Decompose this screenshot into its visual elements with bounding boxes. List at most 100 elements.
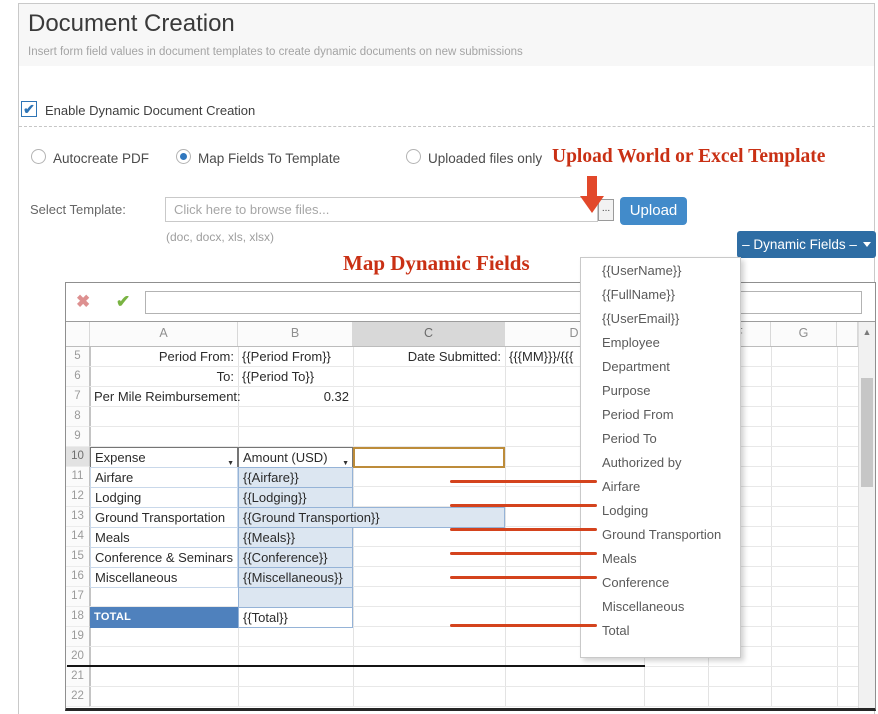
cell-C5[interactable]: Date Submitted: bbox=[353, 347, 505, 368]
cell-B18[interactable]: {{Total}} bbox=[238, 607, 353, 628]
grid-row-22 bbox=[66, 687, 858, 707]
column-header-blank[interactable] bbox=[837, 322, 858, 346]
cell-A13[interactable]: Ground Transportation bbox=[90, 507, 238, 528]
cell-A11[interactable]: Airfare bbox=[90, 467, 238, 488]
file-types-hint: (doc, docx, xls, xlsx) bbox=[166, 230, 274, 244]
cell-B6[interactable]: {{Period To}} bbox=[238, 367, 353, 388]
row-number-7[interactable]: 7 bbox=[66, 387, 90, 407]
radio-autocreate-pdf[interactable] bbox=[31, 149, 46, 164]
radio-map-fields-label[interactable]: Map Fields To Template bbox=[198, 151, 340, 166]
upload-button[interactable]: Upload bbox=[620, 197, 687, 225]
enable-dynamic-checkbox[interactable]: ✔ bbox=[21, 101, 37, 117]
vertical-scrollbar[interactable]: ▲ bbox=[858, 322, 875, 708]
row-number-9[interactable]: 9 bbox=[66, 427, 90, 447]
cell-B11[interactable]: {{Airfare}} bbox=[238, 467, 353, 488]
column-header-G[interactable]: G bbox=[771, 322, 837, 346]
row-number-22[interactable]: 22 bbox=[66, 687, 90, 707]
cell-B10[interactable]: Amount (USD)▼ bbox=[238, 447, 353, 468]
row-number-11[interactable]: 11 bbox=[66, 467, 90, 487]
dropdown-item-total[interactable]: Total bbox=[581, 619, 740, 643]
dropdown-item-authorized-by[interactable]: Authorized by bbox=[581, 451, 740, 475]
cell-B17[interactable] bbox=[238, 587, 353, 608]
cell-B15[interactable]: {{Conference}} bbox=[238, 547, 353, 568]
page-subtitle: Insert form field values in document tem… bbox=[28, 46, 523, 58]
dynamic-fields-button[interactable]: – Dynamic Fields – bbox=[737, 231, 876, 258]
dashed-separator bbox=[19, 126, 875, 127]
dropdown-item-lodging[interactable]: Lodging bbox=[581, 499, 740, 523]
cell-B12[interactable]: {{Lodging}} bbox=[238, 487, 353, 508]
radio-uploaded-only[interactable] bbox=[406, 149, 421, 164]
row-number-6[interactable]: 6 bbox=[66, 367, 90, 387]
connector-line-meals bbox=[450, 552, 597, 555]
connector-line-ground-transportion bbox=[450, 528, 597, 531]
cell-A7[interactable]: Per Mile Reimbursement: bbox=[90, 387, 238, 408]
formula-bar-input[interactable] bbox=[145, 291, 862, 314]
cell-C10[interactable] bbox=[353, 447, 505, 468]
cell-B7[interactable]: 0.32 bbox=[238, 387, 353, 408]
dropdown-item-miscellaneous[interactable]: Miscellaneous bbox=[581, 595, 740, 619]
connector-line-airfare bbox=[450, 480, 597, 483]
dropdown-item-period-to[interactable]: Period To bbox=[581, 427, 740, 451]
annotation-arrow-icon bbox=[587, 176, 597, 197]
radio-autocreate-pdf-label[interactable]: Autocreate PDF bbox=[53, 151, 149, 166]
cell-B16[interactable]: {{Miscellaneous}} bbox=[238, 567, 353, 588]
cell-A15[interactable]: Conference & Seminars bbox=[90, 547, 238, 568]
cell-A16[interactable]: Miscellaneous bbox=[90, 567, 238, 588]
column-header-C[interactable]: C bbox=[353, 322, 505, 346]
document-creation-screen: Document Creation Insert form field valu… bbox=[0, 0, 878, 714]
cancel-entry-icon[interactable]: ✖ bbox=[76, 292, 90, 312]
dropdown-item-useremail[interactable]: {{UserEmail}} bbox=[581, 307, 740, 331]
cell-A12[interactable]: Lodging bbox=[90, 487, 238, 508]
cell-A6[interactable]: To: bbox=[90, 367, 238, 388]
row-number-20[interactable]: 20 bbox=[66, 647, 90, 667]
scrollbar-thumb[interactable] bbox=[861, 378, 873, 487]
cell-A18[interactable]: TOTAL bbox=[90, 607, 238, 628]
column-header-blank[interactable] bbox=[66, 322, 90, 346]
cell-B14[interactable]: {{Meals}} bbox=[238, 527, 353, 548]
column-header-B[interactable]: B bbox=[238, 322, 353, 346]
row-number-17[interactable]: 17 bbox=[66, 587, 90, 607]
annotation-upload-note: Upload World or Excel Template bbox=[552, 146, 825, 168]
row-number-10[interactable]: 10 bbox=[66, 447, 90, 467]
connector-line-lodging bbox=[450, 504, 597, 507]
column-header-A[interactable]: A bbox=[90, 322, 238, 346]
dropdown-item-airfare[interactable]: Airfare bbox=[581, 475, 740, 499]
dropdown-item-employee[interactable]: Employee bbox=[581, 331, 740, 355]
spreadsheet-widget: ✖ ✔ ABCDEFG 5Period From:{{Period From}}… bbox=[65, 282, 876, 711]
grid-row-21 bbox=[66, 667, 858, 687]
row-number-14[interactable]: 14 bbox=[66, 527, 90, 547]
dynamic-fields-dropdown: {{UserName}}{{FullName}}{{UserEmail}}Emp… bbox=[580, 257, 741, 658]
dropdown-item-meals[interactable]: Meals bbox=[581, 547, 740, 571]
cell-A14[interactable]: Meals bbox=[90, 527, 238, 548]
dropdown-item-fullname[interactable]: {{FullName}} bbox=[581, 283, 740, 307]
scroll-up-arrow-icon[interactable]: ▲ bbox=[859, 327, 875, 337]
enable-dynamic-label: Enable Dynamic Document Creation bbox=[45, 103, 255, 118]
dropdown-item-period-from[interactable]: Period From bbox=[581, 403, 740, 427]
row-number-15[interactable]: 15 bbox=[66, 547, 90, 567]
dropdown-item-ground-transportion[interactable]: Ground Transportion bbox=[581, 523, 740, 547]
row-number-16[interactable]: 16 bbox=[66, 567, 90, 587]
connector-line-conference bbox=[450, 576, 597, 579]
template-file-input[interactable] bbox=[165, 197, 598, 222]
cell-B13[interactable]: {{Ground Transportion}} bbox=[238, 507, 505, 528]
confirm-entry-icon[interactable]: ✔ bbox=[116, 292, 130, 312]
row-number-5[interactable]: 5 bbox=[66, 347, 90, 367]
grid-body: 5Period From:{{Period From}}Date Submitt… bbox=[66, 347, 875, 707]
row-number-21[interactable]: 21 bbox=[66, 667, 90, 687]
dropdown-item-username[interactable]: {{UserName}} bbox=[581, 259, 740, 283]
dropdown-item-department[interactable]: Department bbox=[581, 355, 740, 379]
radio-uploaded-only-label[interactable]: Uploaded files only bbox=[428, 151, 542, 166]
row-number-8[interactable]: 8 bbox=[66, 407, 90, 427]
cell-A10[interactable]: Expense▼ bbox=[90, 447, 238, 468]
row-number-13[interactable]: 13 bbox=[66, 507, 90, 527]
row-number-12[interactable]: 12 bbox=[66, 487, 90, 507]
page-title: Document Creation bbox=[28, 10, 235, 38]
cell-A5[interactable]: Period From: bbox=[90, 347, 238, 368]
dropdown-item-purpose[interactable]: Purpose bbox=[581, 379, 740, 403]
row-number-19[interactable]: 19 bbox=[66, 627, 90, 647]
radio-map-fields[interactable] bbox=[176, 149, 191, 164]
cell-B5[interactable]: {{Period From}} bbox=[238, 347, 353, 368]
dynamic-fields-button-label: – Dynamic Fields – bbox=[742, 237, 857, 252]
dropdown-item-conference[interactable]: Conference bbox=[581, 571, 740, 595]
row-number-18[interactable]: 18 bbox=[66, 607, 90, 627]
